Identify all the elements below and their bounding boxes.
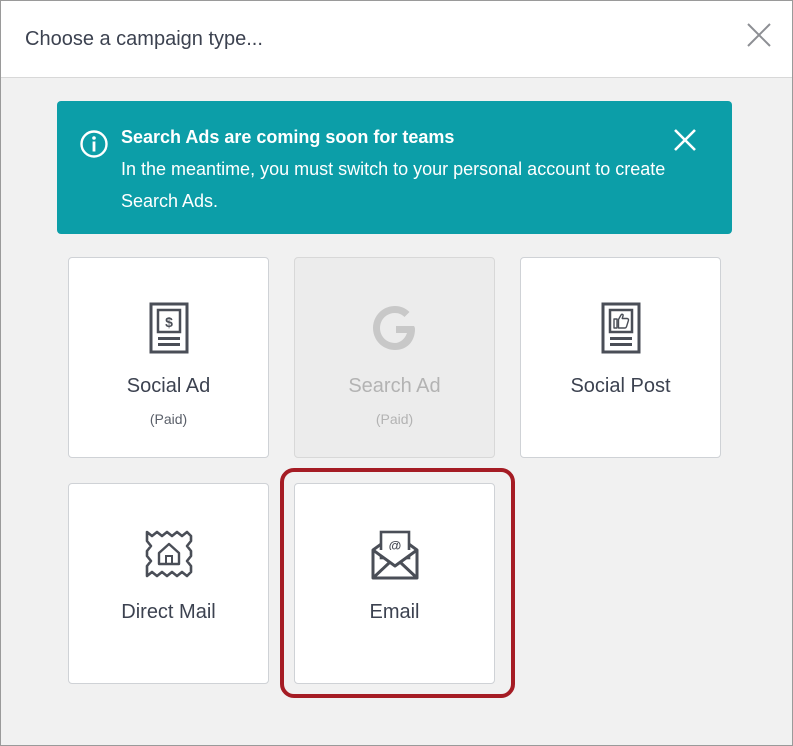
card-label: Social Ad [126,375,211,397]
card-direct-mail[interactable]: Direct Mail [68,483,269,684]
card-sublabel: (Paid) [375,411,414,427]
direct-mail-icon [145,530,193,578]
svg-text:$: $ [165,314,173,330]
card-sublabel: (Paid) [149,411,188,427]
card-label: Direct Mail [121,601,216,623]
email-icon: @ [371,530,419,580]
google-icon [373,306,415,350]
campaign-type-dialog: Choose a campaign type... Search Ads are… [0,0,793,746]
card-social-ad[interactable]: $ Social Ad (Paid) [68,257,269,458]
card-label: Email [369,601,420,623]
banner-body: In the meantime, you must switch to your… [121,159,666,211]
dialog-header: Choose a campaign type... [1,1,792,78]
banner-close-icon[interactable] [670,125,700,155]
banner-title: Search Ads are coming soon for teams [121,127,455,147]
card-social-post[interactable]: Social Post [520,257,721,458]
card-email[interactable]: @ Email [294,483,495,684]
card-label: Search Ad [348,375,441,397]
info-icon [80,130,108,158]
dialog-title: Choose a campaign type... [25,28,263,50]
social-ad-icon: $ [149,302,189,354]
social-post-icon [601,302,641,354]
close-icon[interactable] [745,21,773,49]
notice-banner: Search Ads are coming soon for teams In … [57,101,732,234]
card-search-ad: Search Ad (Paid) [294,257,495,458]
card-label: Social Post [570,375,671,397]
